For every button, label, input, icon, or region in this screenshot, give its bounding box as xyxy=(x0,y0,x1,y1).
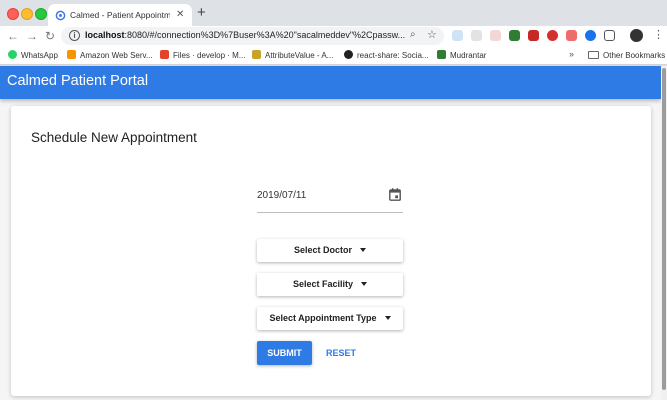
bookmark-gitlab[interactable]: Files · develop · M... xyxy=(160,49,245,62)
attribute-icon xyxy=(252,50,261,59)
caret-down-icon xyxy=(360,248,367,252)
window-close-button[interactable] xyxy=(7,8,19,20)
caret-down-icon xyxy=(384,316,391,320)
back-icon[interactable]: ← xyxy=(7,29,19,43)
bookmark-whatsapp[interactable]: WhatsApp xyxy=(8,49,58,62)
browser-tab-active[interactable]: Calmed - Patient Appointment ✕ xyxy=(48,4,192,28)
extension-arrow-icon[interactable] xyxy=(566,30,577,41)
page-viewport: Calmed Patient Portal Schedule New Appoi… xyxy=(0,66,667,400)
extension-pdf-icon[interactable] xyxy=(490,30,501,41)
window-minimize-button[interactable] xyxy=(21,8,33,20)
browser-toolbar: ← → ↻ i localhost:8080/#/connection%3D%7… xyxy=(0,26,667,46)
calendar-icon[interactable] xyxy=(389,188,401,201)
site-info-icon[interactable]: i xyxy=(69,30,80,41)
forward-icon[interactable]: → xyxy=(26,29,38,43)
bookmarks-bar: WhatsApp Amazon Web Serv... Files · deve… xyxy=(0,46,667,65)
zoom-icon[interactable]: ⌕ xyxy=(410,29,416,40)
submit-button[interactable]: SUBMIT xyxy=(257,341,312,365)
extension-angular-icon[interactable] xyxy=(528,30,539,41)
whatsapp-icon xyxy=(8,50,17,59)
gitlab-icon xyxy=(160,50,169,59)
other-bookmarks[interactable]: Other Bookmarks xyxy=(588,49,665,62)
caret-down-icon xyxy=(361,282,368,286)
browser-menu-icon[interactable]: ⋮ xyxy=(653,28,664,41)
bookmark-attributevalue[interactable]: AttributeValue - A... xyxy=(252,49,333,62)
window-zoom-button[interactable] xyxy=(35,8,47,20)
bookmark-react-share[interactable]: react-share: Socia... xyxy=(344,49,429,62)
page-title: Schedule New Appointment xyxy=(31,130,197,145)
extension-opera-icon[interactable] xyxy=(547,30,558,41)
page-scrollbar[interactable] xyxy=(661,66,667,400)
mudrantar-icon xyxy=(437,50,446,59)
bookmark-star-icon[interactable]: ☆ xyxy=(427,28,437,41)
extension-vue-icon[interactable] xyxy=(509,30,520,41)
browser-tab-strip: Calmed - Patient Appointment ✕ + xyxy=(0,0,667,28)
aws-icon xyxy=(67,50,76,59)
appointment-card: Schedule New Appointment 2019/07/11 Sele… xyxy=(11,106,651,396)
profile-avatar[interactable] xyxy=(630,29,643,42)
appointment-date-field[interactable]: 2019/07/11 xyxy=(257,186,403,213)
extension-blank-icon[interactable] xyxy=(471,30,482,41)
select-doctor-dropdown[interactable]: Select Doctor xyxy=(257,239,403,262)
tab-close-icon[interactable]: ✕ xyxy=(176,9,184,21)
select-doctor-label: Select Doctor xyxy=(293,245,353,255)
address-url[interactable]: localhost:8080/#/connection%3D%7Buser%3A… xyxy=(85,30,405,40)
reset-button[interactable]: RESET xyxy=(321,341,361,365)
bookmark-aws[interactable]: Amazon Web Serv... xyxy=(67,49,153,62)
gear-favicon-icon xyxy=(55,10,66,21)
app-bar: Calmed Patient Portal xyxy=(0,66,661,99)
bookmarks-overflow-icon[interactable]: » xyxy=(569,49,574,59)
extension-g-icon[interactable] xyxy=(585,30,596,41)
folder-icon xyxy=(588,51,599,59)
select-facility-label: Select Facility xyxy=(292,279,354,289)
select-facility-dropdown[interactable]: Select Facility xyxy=(257,273,403,296)
bookmark-mudrantar[interactable]: Mudrantar xyxy=(437,49,486,62)
app-title: Calmed Patient Portal xyxy=(7,73,149,89)
reload-icon[interactable]: ↻ xyxy=(45,29,55,43)
select-appointment-type-label: Select Appointment Type xyxy=(269,313,377,323)
scrollbar-thumb[interactable] xyxy=(662,68,666,390)
extension-react-icon[interactable] xyxy=(452,30,463,41)
address-bar[interactable]: i localhost:8080/#/connection%3D%7Buser%… xyxy=(61,27,444,45)
github-icon xyxy=(344,50,353,59)
tab-title: Calmed - Patient Appointment xyxy=(70,10,170,20)
date-value[interactable]: 2019/07/11 xyxy=(257,190,306,201)
select-appointment-type-dropdown[interactable]: Select Appointment Type xyxy=(257,307,403,330)
extension-screenshot-icon[interactable] xyxy=(604,30,615,41)
new-tab-button[interactable]: + xyxy=(197,5,206,21)
